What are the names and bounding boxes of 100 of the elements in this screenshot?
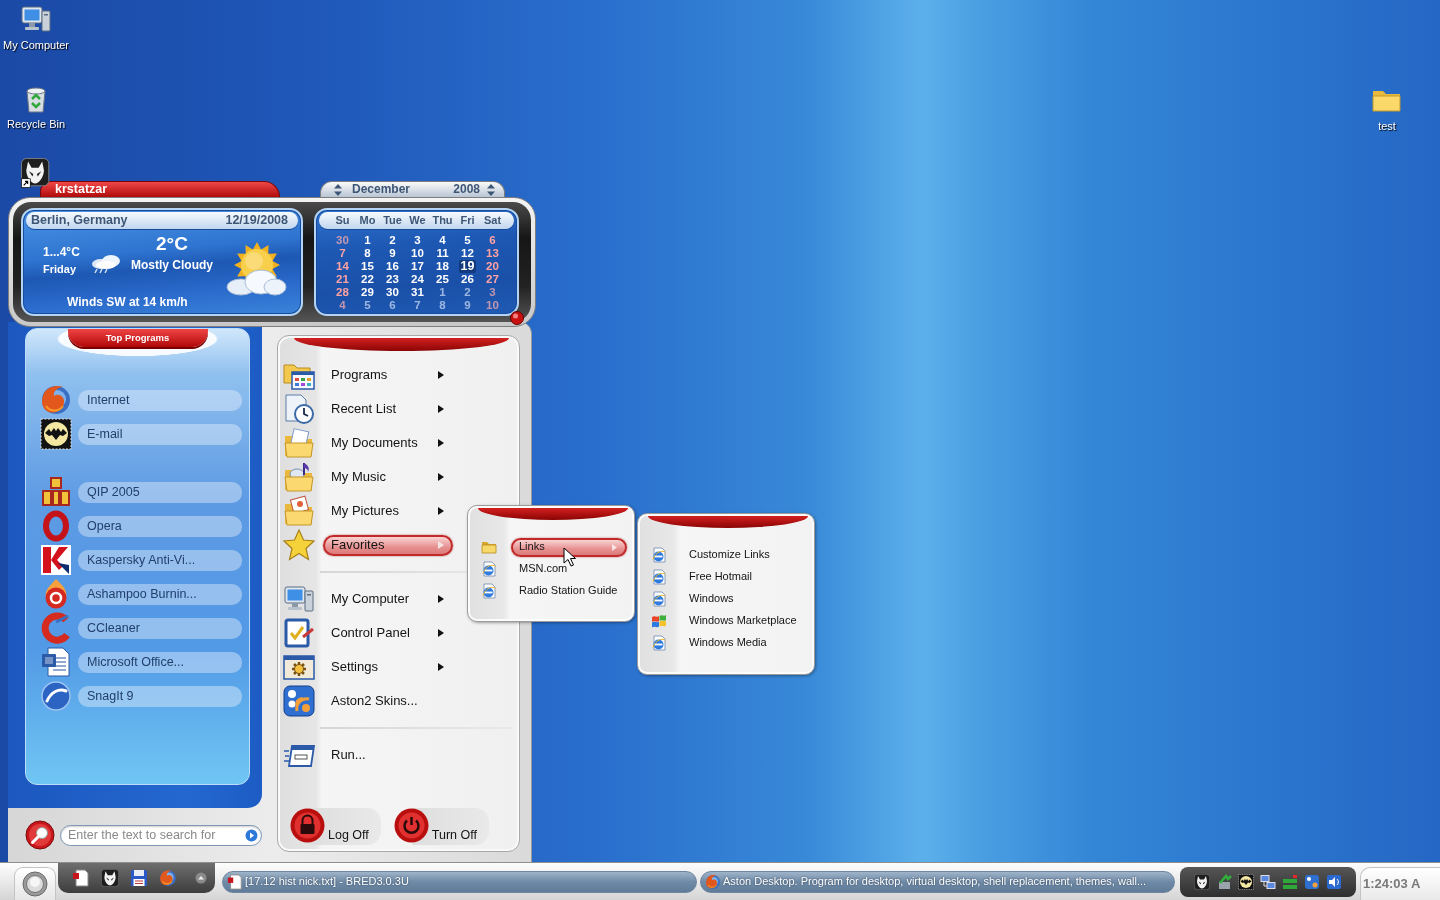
calendar-day[interactable]: 2	[387, 234, 398, 247]
bars-icon[interactable]	[1282, 873, 1298, 890]
menu-item[interactable]: Recent List	[323, 398, 453, 420]
menu-item[interactable]: Control Panel	[323, 622, 453, 644]
menu-item[interactable]: My Documents	[323, 432, 453, 454]
swoosh-disc-icon[interactable]	[40, 680, 72, 712]
menu-item[interactable]: My Music	[323, 466, 453, 488]
calendar-day[interactable]: 26	[459, 273, 476, 286]
spin-arrows-icon[interactable]	[487, 183, 495, 196]
calendar-day[interactable]: 13	[484, 247, 501, 260]
spin-arrows-icon[interactable]	[334, 183, 342, 196]
calendar-day[interactable]: 15	[359, 260, 376, 273]
calendar-day[interactable]: 29	[359, 286, 376, 299]
calendar-day[interactable]: 6	[487, 234, 498, 247]
menu-item[interactable]: My Computer	[323, 588, 453, 610]
calendar-day[interactable]: 31	[409, 286, 426, 299]
program-button[interactable]: SnagIt 9	[78, 685, 242, 707]
calendar-day[interactable]: 18	[434, 260, 451, 273]
program-button[interactable]: Microsoft Office...	[78, 651, 242, 673]
calendar-day[interactable]: 25	[434, 273, 451, 286]
calendar-day[interactable]: 2	[462, 286, 473, 299]
calendar-day[interactable]: 1	[362, 234, 373, 247]
calendar-day[interactable]: 22	[359, 273, 376, 286]
program-button[interactable]: CCleaner	[78, 617, 242, 639]
program-button[interactable]: QIP 2005	[78, 481, 242, 503]
calendar-day[interactable]: 17	[409, 260, 426, 273]
calendar-day[interactable]: 30	[384, 286, 401, 299]
panel-title-banner: Top Programs	[67, 329, 208, 347]
menu-item[interactable]: Windows Marketplace	[681, 611, 805, 631]
clock-label: 1:24:03 A	[1360, 867, 1440, 900]
alien-head-icon[interactable]	[101, 869, 119, 887]
log-off-button[interactable]: Log Off	[290, 808, 381, 845]
menu-item[interactable]: Windows Media	[681, 633, 805, 653]
bat-icon[interactable]	[1238, 873, 1254, 890]
menu-item[interactable]: MSN.com	[511, 559, 627, 579]
search-field[interactable]: Enter the text to search for	[60, 824, 262, 846]
chevron-tile-icon[interactable]	[40, 544, 72, 576]
program-button[interactable]: Ashampoo Burnin...	[78, 583, 242, 605]
condition-label: Mostly Cloudy	[130, 257, 214, 273]
desktop-shortcut[interactable]: My Computer	[2, 3, 70, 53]
start-orb-icon	[22, 871, 48, 897]
menu-item[interactable]: Run...	[323, 744, 453, 766]
calendar-day[interactable]: 27	[484, 273, 501, 286]
menu-item[interactable]: Aston2 Skins...	[323, 690, 453, 712]
menu-item[interactable]: Free Hotmail	[681, 567, 805, 587]
speaker-icon[interactable]	[1326, 873, 1342, 890]
blocks-icon[interactable]	[40, 476, 72, 508]
calendar-day[interactable]: 16	[384, 260, 401, 273]
menu-item[interactable]: Customize Links	[681, 545, 805, 565]
zigzag-line-icon[interactable]	[1216, 873, 1232, 890]
calendar-day[interactable]: 10	[409, 247, 426, 260]
document-icon[interactable]	[72, 869, 90, 887]
desktop-shortcut[interactable]: test	[1353, 84, 1421, 134]
date-label: 12/19/2008	[225, 213, 288, 228]
calendar-day[interactable]: 4	[437, 234, 448, 247]
calendar-day[interactable]: 8	[362, 247, 373, 260]
calendar-day[interactable]: 1	[437, 286, 448, 299]
calendar-day[interactable]: 20	[484, 260, 501, 273]
document-icon[interactable]	[40, 646, 72, 678]
desktop-shortcut[interactable]: Recycle Bin	[2, 82, 70, 132]
dots-tile-icon[interactable]	[1304, 873, 1320, 890]
calendar-day[interactable]: 3	[412, 234, 423, 247]
bat-icon[interactable]	[40, 418, 72, 450]
alien-head-icon[interactable]	[21, 158, 51, 188]
calendar-day[interactable]: 28	[334, 286, 351, 299]
calendar-day[interactable]: 11	[434, 247, 451, 260]
weekday-label: Sat	[483, 213, 502, 228]
menu-item[interactable]: Favorites	[323, 534, 453, 556]
turn-off-button[interactable]: Turn Off	[393, 808, 489, 845]
chevron-up-icon[interactable]	[195, 872, 207, 884]
calendar-day[interactable]: 24	[409, 273, 426, 286]
calendar-day[interactable]: 12	[459, 247, 476, 260]
menu-item[interactable]: Programs	[323, 364, 453, 386]
program-button[interactable]: Opera	[78, 515, 242, 537]
weekday-label: Tue	[383, 213, 402, 228]
search-icon[interactable]	[25, 820, 55, 850]
weekday-label: Fri	[460, 213, 475, 228]
alien-head-icon[interactable]	[1194, 873, 1210, 890]
menu-item[interactable]: Windows	[681, 589, 805, 609]
menu-item[interactable]: Radio Station Guide	[511, 581, 627, 601]
menu-item[interactable]: Links	[511, 537, 627, 557]
menu-item[interactable]: Settings	[323, 656, 453, 678]
program-button[interactable]: Kaspersky Anti-Vi...	[78, 549, 242, 571]
power-icon	[393, 808, 429, 843]
program-button[interactable]: E-mail	[78, 423, 242, 445]
start-button[interactable]	[14, 867, 56, 900]
calendar-day[interactable]: 9	[387, 247, 398, 260]
network-computers-icon[interactable]	[1260, 873, 1276, 890]
calendar-day[interactable]: 21	[334, 273, 351, 286]
calendar-day[interactable]: 5	[362, 299, 373, 312]
menu-item[interactable]: My Pictures	[323, 500, 453, 522]
firefox-icon[interactable]	[159, 869, 177, 887]
calendar-day[interactable]: 6	[387, 299, 398, 312]
calendar-day[interactable]: 7	[337, 247, 348, 260]
calendar-day[interactable]: 19	[458, 260, 477, 273]
calendar-day[interactable]: 23	[384, 273, 401, 286]
rain-cloud-icon	[89, 253, 123, 275]
calendar-day[interactable]: 14	[334, 260, 351, 273]
calendar-day[interactable]: 5	[462, 234, 473, 247]
program-button[interactable]: Internet	[78, 389, 242, 411]
